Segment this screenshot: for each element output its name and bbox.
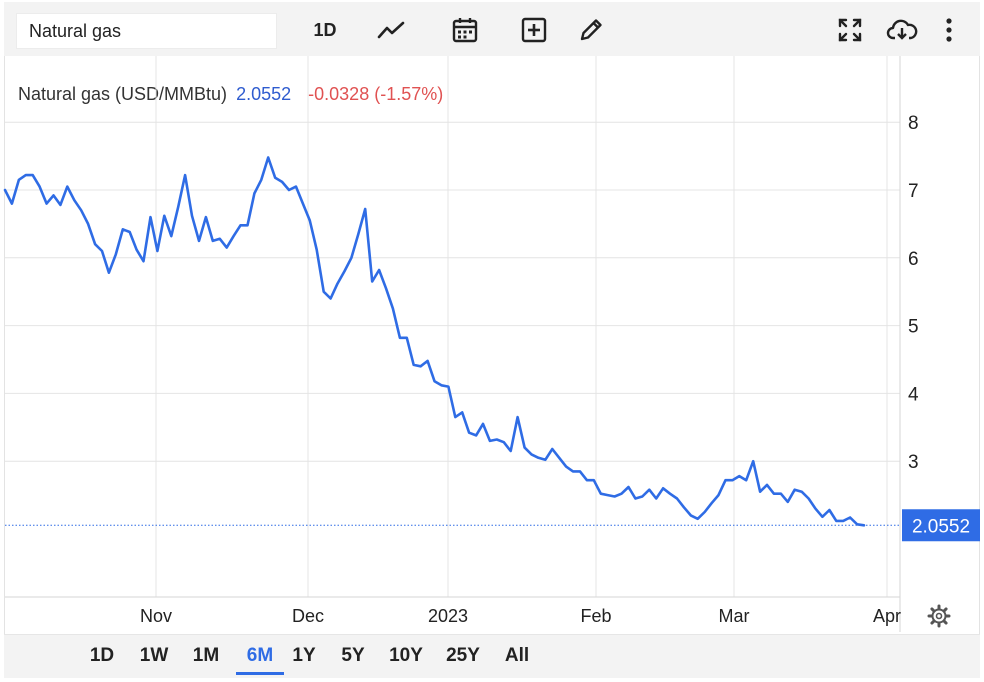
range-tab-1y[interactable]: 1Y (288, 645, 320, 675)
y-tick-label: 4 (908, 384, 919, 405)
price-chart[interactable]: 3 4 5 6 7 8 Nov Dec 2023 Feb Mar Apr 2.0552 (0, 0, 984, 682)
x-tick-label: Dec (292, 606, 324, 626)
x-tick-label: Apr (873, 606, 901, 626)
last-price-label: 2.0552 (912, 516, 970, 537)
range-tab-1m[interactable]: 1M (188, 645, 224, 675)
range-selector: 1D 1W 1M 6M 1Y 5Y 10Y 25Y All (4, 634, 980, 678)
x-tick-label: 2023 (428, 606, 468, 626)
range-tab-1w[interactable]: 1W (135, 645, 173, 675)
settings-icon[interactable] (927, 604, 951, 628)
range-tab-all[interactable]: All (500, 645, 534, 675)
y-tick-label: 6 (908, 249, 919, 270)
y-tick-label: 5 (908, 317, 919, 338)
range-tab-25y[interactable]: 25Y (441, 645, 485, 675)
range-tab-10y[interactable]: 10Y (384, 645, 428, 675)
range-tab-6m[interactable]: 6M (236, 645, 284, 675)
x-tick-label: Feb (580, 606, 611, 626)
range-tab-1d[interactable]: 1D (84, 645, 120, 675)
price-series-line (3, 156, 866, 527)
x-tick-label: Nov (140, 606, 172, 626)
y-tick-label: 3 (908, 452, 919, 473)
range-tab-5y[interactable]: 5Y (337, 645, 369, 675)
y-tick-label: 8 (908, 113, 919, 134)
x-tick-label: Mar (719, 606, 750, 626)
y-tick-label: 7 (908, 181, 919, 202)
